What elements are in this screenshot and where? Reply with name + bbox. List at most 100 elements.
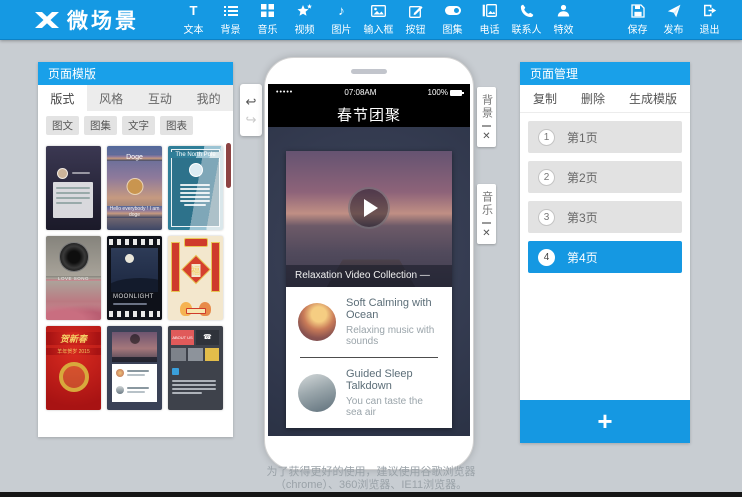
sparkle-star-icon (297, 3, 312, 18)
filter-gallery[interactable]: 图集 (84, 116, 117, 135)
mini-caption (112, 357, 157, 362)
template-panel-header: 页面模版 (38, 62, 233, 85)
template-spring-couplets[interactable]: 福 (168, 236, 223, 320)
track-subtitle: Relaxing music with sounds (346, 325, 440, 347)
moon-scene (111, 248, 158, 292)
plus-icon: + (597, 406, 612, 437)
tool-button[interactable]: 按钮 (399, 3, 432, 36)
page-item-4[interactable]: 4 第4页 (528, 241, 682, 273)
playlist: Soft Calming with Ocean Relaxing music w… (286, 287, 452, 428)
battery-icon (450, 90, 462, 96)
page-item-1[interactable]: 1 第1页 (528, 121, 682, 153)
template-scrollbar[interactable] (226, 143, 231, 188)
tab-mine[interactable]: 我的 (184, 85, 233, 111)
tool-text[interactable]: T 文本 (177, 3, 210, 36)
paper-plane-icon (667, 3, 681, 18)
make-template-button[interactable]: 生成模版 (629, 90, 677, 107)
undo-icon[interactable]: ↩ (246, 95, 257, 108)
filter-text[interactable]: 文字 (122, 116, 155, 135)
picture-icon (371, 3, 386, 18)
tab-layout[interactable]: 版式 (38, 85, 87, 111)
delete-page-button[interactable]: 删除 (581, 90, 605, 107)
status-bar: ••••• 07:08AM 100% (268, 84, 470, 101)
track-subtitle: You can taste the sea air (346, 396, 440, 418)
publish-button[interactable]: 发布 (657, 3, 690, 36)
page-title: 春节团聚 (268, 101, 470, 127)
phone-preview: ••••• 07:08AM 100% 春节团聚 Relaxation Video… (264, 57, 474, 470)
page-item-2[interactable]: 2 第2页 (528, 161, 682, 193)
music-note-icon: ♪ (338, 4, 345, 17)
phone-handset-icon (520, 3, 534, 18)
template-about-tiles[interactable]: ABOUT US ☎ (168, 326, 223, 410)
filter-chart[interactable]: 图表 (160, 116, 193, 135)
tool-input-box[interactable]: 输入框 (362, 3, 395, 36)
template-video-collection[interactable] (107, 326, 162, 410)
filter-image-text[interactable]: 图文 (46, 116, 79, 135)
close-icon[interactable]: ✕ (482, 229, 490, 239)
redo-icon[interactable]: ↪ (246, 113, 257, 126)
page-content: Relaxation Video Collection — Soft Calmi… (268, 127, 470, 436)
minimize-icon[interactable] (482, 125, 491, 127)
close-icon[interactable]: ✕ (482, 132, 490, 142)
minimize-icon[interactable] (482, 222, 491, 224)
list-icon (224, 3, 238, 18)
play-button[interactable] (348, 187, 390, 229)
template-north-pole[interactable]: The North Pole (168, 146, 223, 230)
tool-effects[interactable]: 特效 (547, 3, 580, 36)
page-number-badge: 1 (538, 129, 555, 146)
background-tab-label: 背景 (479, 94, 495, 120)
template-panel: 页面模版 版式 风格 互动 我的 图文 图集 文字 图表 (38, 62, 233, 437)
tool-background[interactable]: 背景 (214, 3, 247, 36)
toolbar-right-tools: 保存 发布 退出 (621, 3, 726, 36)
phone-speaker (351, 69, 387, 74)
page-name: 第1页 (567, 129, 598, 146)
page-number-badge: 4 (538, 249, 555, 266)
bottom-bar (0, 492, 742, 497)
template-night-profile[interactable] (46, 146, 101, 230)
tool-phone[interactable]: 电话 (473, 3, 506, 36)
track-title: Soft Calming with Ocean (346, 297, 440, 321)
tool-contacts[interactable]: 联系人 (510, 3, 543, 36)
music-side-tab[interactable]: 音乐 ✕ (477, 184, 496, 244)
hint-line-2: （chrome）、360浏览器、IE11浏览器。 (0, 479, 742, 492)
couplet-right (211, 242, 220, 292)
doge-avatar (126, 178, 143, 195)
save-icon (631, 3, 645, 18)
add-page-button[interactable]: + (520, 400, 690, 443)
tool-music[interactable]: 音乐 (251, 3, 284, 36)
tab-style[interactable]: 风格 (87, 85, 136, 111)
video-card: Relaxation Video Collection — Soft Calmi… (286, 151, 452, 428)
tool-video[interactable]: 视频 (288, 3, 321, 36)
template-moonlight[interactable]: MOONLIGHT (107, 236, 162, 320)
tool-gallery[interactable]: 图集 (436, 3, 469, 36)
film-strip (109, 239, 160, 245)
page-manager-header: 页面管理 (520, 62, 690, 85)
playlist-item[interactable]: Guided Sleep Talkdown You can taste the … (286, 358, 452, 428)
app-title: 微场景 (67, 5, 139, 35)
page-name: 第2页 (567, 169, 598, 186)
page-name: 第3页 (567, 209, 598, 226)
template-he-xin-chun[interactable]: 贺新春 羊年贺岁 2015 (46, 326, 101, 410)
page-manager-panel: 页面管理 复制 删除 生成模版 1 第1页 2 第2页 3 第3页 4 第4页 (520, 62, 690, 443)
template-doge[interactable]: Doge Hello everybody ! I am doge (107, 146, 162, 230)
play-icon (364, 199, 378, 217)
music-tab-label: 音乐 (479, 191, 495, 217)
edit-pencil-icon (409, 3, 423, 18)
template-love-song[interactable]: LOVE SONG (46, 236, 101, 320)
avatar (57, 168, 68, 179)
save-button[interactable]: 保存 (621, 3, 654, 36)
video-thumbnail: Relaxation Video Collection — (286, 151, 452, 287)
copy-page-button[interactable]: 复制 (533, 90, 557, 107)
tab-interactive[interactable]: 互动 (136, 85, 185, 111)
template-filters: 图文 图集 文字 图表 (38, 111, 233, 140)
battery-percent: 100% (428, 88, 448, 97)
template-tabs: 版式 风格 互动 我的 (38, 85, 233, 111)
background-side-tab[interactable]: 背景 ✕ (477, 87, 496, 147)
page-manager-actions: 复制 删除 生成模版 (520, 85, 690, 113)
exit-button[interactable]: 退出 (693, 3, 726, 36)
phone-screen: ••••• 07:08AM 100% 春节团聚 Relaxation Video… (268, 84, 470, 436)
template-grid: Doge Hello everybody ! I am doge The Nor… (38, 140, 233, 410)
playlist-item[interactable]: Soft Calming with Ocean Relaxing music w… (286, 287, 452, 357)
page-item-3[interactable]: 3 第3页 (528, 201, 682, 233)
tool-image[interactable]: ♪ 图片 (325, 3, 358, 36)
